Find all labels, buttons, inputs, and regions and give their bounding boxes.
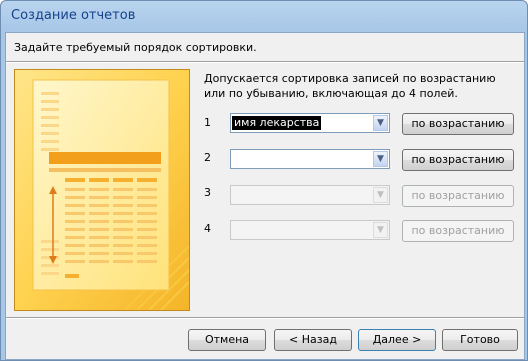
back-button[interactable]: < Назад xyxy=(274,329,352,351)
cancel-button[interactable]: Отмена xyxy=(188,329,266,351)
window-title: Создание отчетов xyxy=(11,8,136,23)
chevron-down-icon[interactable]: ▼ xyxy=(373,151,388,167)
wizard-content: Задайте требуемый порядок сортировки. До… xyxy=(5,32,525,360)
illustration-icon xyxy=(15,70,189,310)
sort-field-value-2 xyxy=(232,152,236,166)
sort-row-number-3: 3 xyxy=(204,186,211,199)
sort-field-select-3[interactable]: ▼ xyxy=(230,185,390,205)
chevron-down-icon[interactable]: ▼ xyxy=(373,222,388,238)
bottom-divider xyxy=(6,317,524,319)
sort-order-button-2[interactable]: по возрастанию xyxy=(402,149,514,171)
chevron-down-icon[interactable]: ▼ xyxy=(373,115,388,131)
sort-order-button-1[interactable]: по возрастанию xyxy=(402,113,514,135)
wizard-description: Допускается сортировка записей по возрас… xyxy=(204,72,496,100)
title-bar[interactable]: Создание отчетов xyxy=(1,1,527,31)
sort-field-select-4[interactable]: ▼ xyxy=(230,220,390,240)
sort-field-select-2[interactable]: ▼ xyxy=(230,149,390,169)
sort-row-number-4: 4 xyxy=(204,222,211,235)
sort-field-select-1[interactable]: имя лекарства ▼ xyxy=(230,113,390,133)
wizard-prompt: Задайте требуемый порядок сортировки. xyxy=(14,41,257,54)
top-divider xyxy=(6,61,524,63)
sort-order-button-3[interactable]: по возрастанию xyxy=(402,185,514,207)
sort-field-value-4 xyxy=(232,223,236,237)
sort-row-number-1: 1 xyxy=(204,116,211,129)
sort-field-value-3 xyxy=(232,188,236,202)
sort-field-value-1: имя лекарства xyxy=(232,116,322,130)
next-button[interactable]: Далее > xyxy=(358,329,436,351)
sort-order-button-4[interactable]: по возрастанию xyxy=(402,220,514,242)
wizard-window: Создание отчетов Задайте требуемый поряд… xyxy=(0,0,528,361)
sort-row-number-2: 2 xyxy=(204,151,211,164)
chevron-down-icon[interactable]: ▼ xyxy=(373,187,388,203)
finish-button[interactable]: Готово xyxy=(442,329,518,351)
report-sort-illustration xyxy=(14,69,190,311)
